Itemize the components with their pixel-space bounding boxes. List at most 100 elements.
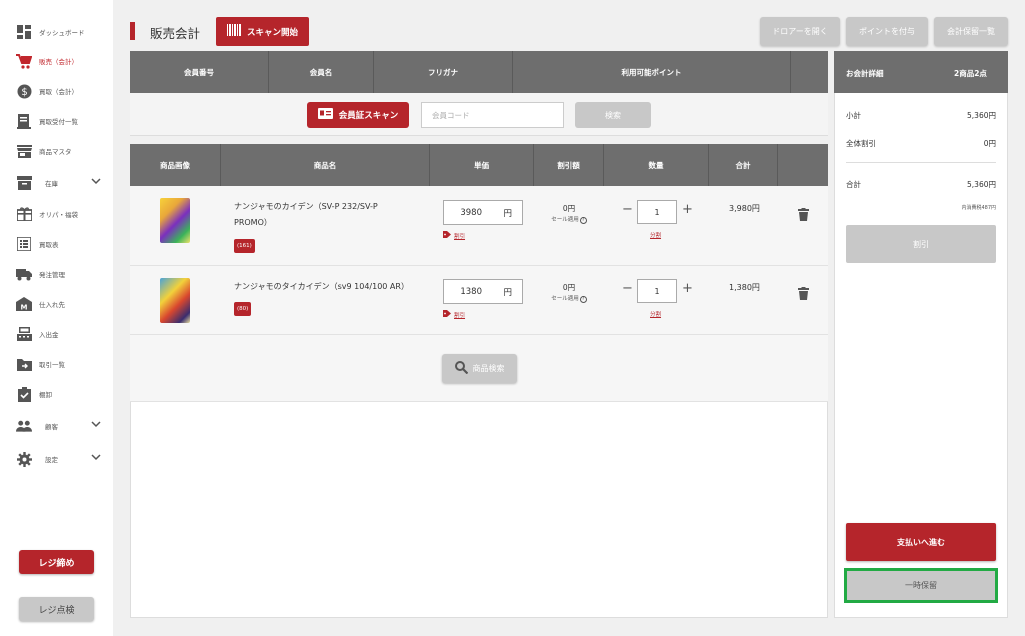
column-quantity: 数量 — [604, 144, 709, 186]
people-icon — [16, 418, 32, 434]
column-actions — [778, 144, 828, 186]
items-table-header: 商品画像 商品名 単価 割引額 数量 合計 — [130, 144, 828, 186]
overall-discount-button[interactable]: 割引 — [846, 225, 996, 263]
receipt-icon — [16, 113, 32, 129]
sidebar-item-sales[interactable]: 販売（会計） — [16, 51, 111, 71]
register-icon — [16, 326, 32, 342]
qty-increment-button[interactable]: + — [682, 281, 693, 296]
sidebar-item-products[interactable]: 商品マスタ — [16, 141, 111, 161]
sidebar-item-stocktake[interactable]: 棚卸 — [16, 384, 111, 404]
split-link[interactable]: 分割 — [650, 310, 661, 318]
hold-button[interactable]: 一時保留 — [844, 568, 998, 603]
member-card-scan-label: 会員証スキャン — [338, 111, 399, 121]
member-card-scan-button[interactable]: 会員証スキャン — [307, 102, 409, 128]
sidebar-item-dashboard[interactable]: ダッシュボード — [16, 22, 111, 42]
scan-start-label: スキャン開始 — [246, 27, 298, 38]
member-search-button[interactable]: 検索 — [575, 102, 651, 128]
sidebar-item-inventory[interactable]: 在庫 — [16, 173, 111, 193]
product-name: ナンジャモのタイカイデン（sv9 104/100 AR） — [234, 282, 409, 291]
sidebar-item-settings[interactable]: 設定 — [16, 449, 111, 469]
column-total: 合計 — [709, 144, 778, 186]
sidebar-item-label: 取引一覧 — [39, 361, 65, 369]
item-count: 2商品2点 — [954, 69, 987, 78]
product-image — [160, 278, 190, 323]
discount-link[interactable]: 割引 — [443, 310, 465, 319]
chevron-down-icon[interactable] — [91, 176, 101, 186]
sidebar-item-label: 設定 — [45, 456, 58, 464]
help-icon[interactable]: ? — [579, 296, 587, 303]
product-search-button[interactable]: 商品検索 — [442, 354, 517, 383]
subtotal-value: 5,360円 — [967, 111, 996, 120]
sidebar-item-purchase[interactable]: $ 買取（会計） — [16, 81, 111, 101]
sidebar-item-label: 在庫 — [45, 180, 58, 188]
sidebar-item-oripa[interactable]: オリパ・福袋 — [16, 204, 111, 224]
search-icon — [454, 361, 468, 376]
proceed-to-payment-button[interactable]: 支払いへ進む — [846, 523, 996, 561]
sidebar-item-label: オリパ・福袋 — [39, 211, 78, 219]
clipboard-check-icon — [16, 386, 32, 402]
qty-increment-button[interactable]: + — [682, 202, 693, 217]
store-icon — [16, 143, 32, 159]
discount-value: 0円 — [562, 283, 576, 292]
discount-link-label: 割引 — [454, 312, 466, 319]
sidebar-item-label: 買取受付一覧 — [39, 118, 78, 126]
trash-icon[interactable] — [798, 285, 809, 300]
sidebar-item-label: 仕入れ先 — [39, 301, 65, 309]
stock-badge: (80) — [234, 302, 252, 316]
member-code-input[interactable]: 会員コード — [421, 102, 564, 128]
open-drawer-button[interactable]: ドロアーを開く — [760, 17, 840, 46]
sidebar-item-price-list[interactable]: 買取表 — [16, 234, 111, 254]
sidebar-item-label: 販売（会計） — [39, 58, 78, 66]
chevron-down-icon[interactable] — [91, 452, 101, 462]
unit-price-input[interactable]: 3980 円 — [443, 200, 523, 225]
tag-icon — [443, 231, 451, 240]
row-total: 1,380円 — [729, 283, 760, 292]
gift-icon — [16, 206, 32, 222]
quantity-input[interactable]: 1 — [637, 200, 677, 224]
product-search-label: 商品検索 — [472, 364, 505, 373]
sidebar-item-label: 棚卸 — [39, 391, 52, 399]
column-unit-price: 単価 — [430, 144, 534, 186]
sidebar-item-purchase-list[interactable]: 買取受付一覧 — [16, 111, 111, 131]
split-link[interactable]: 分割 — [650, 231, 661, 239]
discount-amount: 0円 セール適用? — [539, 203, 599, 224]
chevron-down-icon[interactable] — [91, 419, 101, 429]
check-register-button[interactable]: レジ点検 — [19, 597, 94, 621]
close-register-button[interactable]: レジ締め — [19, 550, 94, 574]
sidebar-item-suppliers[interactable]: M 仕入れ先 — [16, 294, 111, 314]
discount-value: 0円 — [562, 204, 576, 213]
tag-icon — [443, 310, 451, 319]
sidebar-item-label: 買取（会計） — [39, 88, 78, 96]
column-points: 利用可能ポイント — [513, 51, 791, 93]
qty-decrement-button[interactable]: − — [622, 202, 633, 217]
scan-start-button[interactable]: スキャン開始 — [216, 17, 309, 46]
product-name: ナンジャモのカイデン（SV-P 232/SV-P PROMO） — [234, 202, 378, 227]
factory-icon: M — [16, 296, 32, 312]
sidebar-item-orders[interactable]: 発注管理 — [16, 264, 111, 284]
held-list-button[interactable]: 会計保留一覧 — [934, 17, 1008, 46]
discount-link[interactable]: 割引 — [443, 231, 465, 240]
sidebar-item-label: 発注管理 — [39, 271, 65, 279]
unit-price-input[interactable]: 1380 円 — [443, 279, 523, 304]
trash-icon[interactable] — [798, 206, 809, 221]
column-member-number: 会員番号 — [130, 51, 269, 93]
column-image: 商品画像 — [130, 144, 221, 186]
member-table-header: 会員番号 会員名 フリガナ 利用可能ポイント — [130, 51, 828, 93]
title-accent — [130, 22, 135, 40]
sidebar-item-customers[interactable]: 顧客 — [16, 416, 111, 436]
help-icon[interactable]: ? — [579, 217, 587, 224]
sidebar-item-label: 入出金 — [39, 331, 59, 339]
give-points-button[interactable]: ポイントを付与 — [846, 17, 928, 46]
divider — [846, 162, 996, 163]
yen-label: 円 — [503, 287, 512, 298]
summary-title: お会計詳細 — [846, 69, 884, 78]
sidebar-item-cash[interactable]: 入出金 — [16, 324, 111, 344]
unit-price-value: 1380 — [460, 286, 482, 297]
column-discount: 割引額 — [534, 144, 604, 186]
sidebar-item-transactions[interactable]: 取引一覧 — [16, 354, 111, 374]
dashboard-icon — [16, 24, 32, 40]
unit-price-value: 3980 — [460, 207, 482, 218]
svg-text:M: M — [21, 304, 28, 312]
qty-decrement-button[interactable]: − — [622, 281, 633, 296]
quantity-input[interactable]: 1 — [637, 279, 677, 303]
